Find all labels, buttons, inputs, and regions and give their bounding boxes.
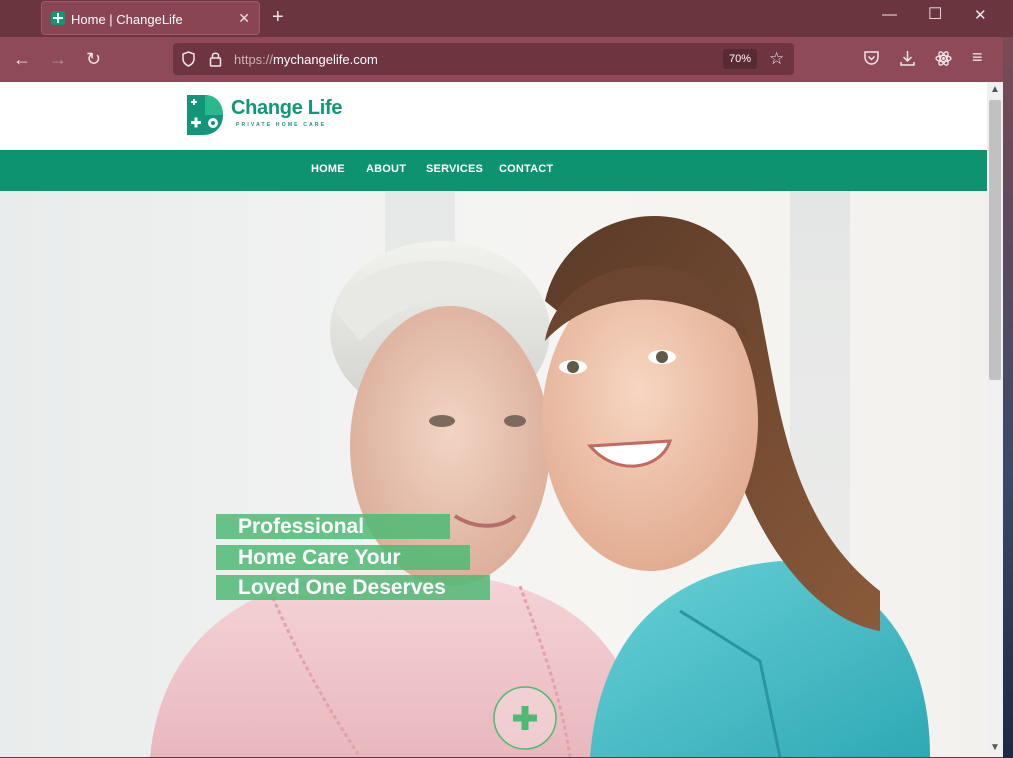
tracking-shield-icon[interactable] bbox=[181, 51, 196, 67]
hero-headline-line-2: Home Care Your bbox=[216, 545, 470, 570]
hero-photo-caregiver-and-senior bbox=[150, 216, 930, 757]
maximize-window-button[interactable]: ☐ bbox=[928, 4, 942, 24]
address-bar[interactable]: https://mychangelife.com 70% ☆ bbox=[173, 43, 794, 75]
nav-contact[interactable]: CONTACT bbox=[499, 163, 553, 175]
lock-icon[interactable] bbox=[209, 51, 222, 67]
brand-name: Change Life bbox=[231, 97, 343, 119]
scroll-down-arrow-icon[interactable]: ▼ bbox=[990, 742, 1000, 753]
hero-headline-line-3: Loved One Deserves bbox=[216, 575, 490, 600]
browser-tab-strip: Home | ChangeLife ✕ + — ☐ ✕ bbox=[0, 0, 1013, 37]
nav-services[interactable]: SERVICES bbox=[426, 163, 483, 175]
hero-headline-line-1: Professional bbox=[216, 514, 450, 539]
bookmark-star-icon[interactable]: ☆ bbox=[769, 49, 784, 69]
scroll-up-arrow-icon[interactable]: ▲ bbox=[990, 84, 1000, 95]
page-scrollbar[interactable]: ▲ ▼ bbox=[987, 82, 1003, 757]
forward-button[interactable]: → bbox=[49, 50, 67, 68]
tab-title: Home | ChangeLife bbox=[71, 12, 183, 27]
new-tab-button[interactable]: + bbox=[272, 6, 284, 28]
minimize-window-button[interactable]: — bbox=[882, 6, 897, 23]
site-logo[interactable]: Change Life PRIVATE HOME CARE bbox=[187, 93, 352, 139]
nav-about[interactable]: ABOUT bbox=[366, 163, 406, 175]
reload-button[interactable]: ↻ bbox=[86, 50, 101, 68]
desktop-background bbox=[1003, 37, 1013, 758]
react-devtools-icon[interactable] bbox=[935, 50, 952, 67]
web-page: Change Life PRIVATE HOME CARE HOME ABOUT… bbox=[0, 82, 987, 757]
scrollbar-thumb[interactable] bbox=[989, 100, 1001, 380]
main-nav: HOME ABOUT SERVICES CONTACT bbox=[0, 150, 987, 191]
zoom-level-badge[interactable]: 70% bbox=[723, 49, 757, 69]
url-text[interactable]: https://mychangelife.com bbox=[234, 52, 378, 67]
nav-home[interactable]: HOME bbox=[311, 163, 345, 175]
change-life-logo-icon bbox=[187, 95, 223, 135]
app-menu-icon[interactable]: ≡ bbox=[972, 47, 983, 68]
pocket-icon[interactable] bbox=[863, 50, 880, 66]
site-header: Change Life PRIVATE HOME CARE bbox=[0, 82, 987, 150]
close-tab-icon[interactable]: ✕ bbox=[238, 10, 250, 27]
site-favicon-icon bbox=[51, 11, 65, 25]
expand-plus-button[interactable] bbox=[493, 686, 557, 750]
hero-banner: Professional Home Care Your Loved One De… bbox=[0, 191, 987, 757]
browser-toolbar: ← → ↻ https://mychangelife.com 70% ☆ ≡ bbox=[0, 37, 1013, 82]
brand-tagline: PRIVATE HOME CARE bbox=[236, 122, 327, 128]
browser-tab[interactable]: Home | ChangeLife ✕ bbox=[41, 1, 260, 35]
back-button[interactable]: ← bbox=[13, 50, 31, 68]
close-window-button[interactable]: ✕ bbox=[974, 6, 987, 24]
downloads-icon[interactable] bbox=[899, 50, 916, 67]
